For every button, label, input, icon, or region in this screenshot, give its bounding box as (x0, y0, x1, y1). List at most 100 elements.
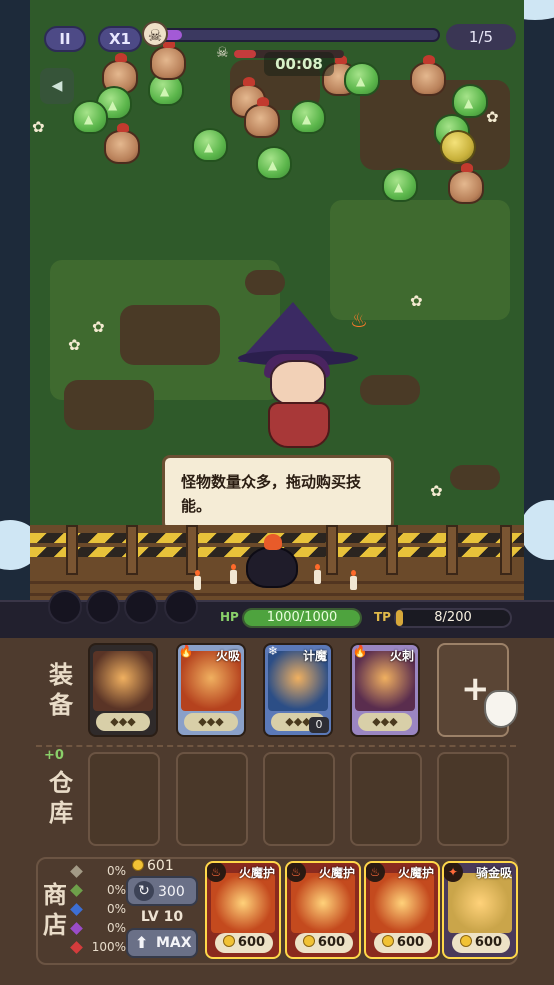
fire-icon: ♨ (350, 308, 368, 332)
row-divider (36, 745, 516, 747)
slime-monster (344, 62, 380, 96)
hp-label: HP (220, 610, 239, 624)
refresh-icon: ↻ (134, 881, 154, 901)
slime-monster (290, 100, 326, 134)
slime-monster (192, 128, 228, 162)
flower-decoration: ✿ (486, 108, 499, 126)
slime-monster (382, 168, 418, 202)
star-rating: ◆◆◆ (184, 713, 238, 731)
refresh-shop-button[interactable]: ↻ 300 (126, 876, 198, 906)
skill-art (93, 651, 153, 711)
round-timer: 00:08 (264, 52, 334, 76)
warehouse-slot[interactable] (88, 752, 160, 846)
shop-skill-card[interactable]: ♨ 火魔护 600 (205, 861, 281, 959)
shop-skill-card[interactable]: ✦ 骑金吸 600 (442, 861, 518, 959)
equipment-card[interactable]: 🔥 火吸 ◆◆◆ (176, 643, 246, 737)
flower-decoration: ✿ (430, 482, 443, 500)
sack-monster (244, 97, 280, 138)
price-tag: 600 (215, 933, 273, 953)
skill-name: 火魔护 (238, 866, 275, 880)
sack-monster (150, 39, 186, 80)
pause-button[interactable]: II (44, 26, 86, 52)
skill-name: 骑金吸 (475, 866, 512, 880)
price-tag: 600 (452, 933, 510, 953)
wave-progress-bar (152, 28, 440, 42)
pause-icon: II (59, 30, 71, 48)
shop-skill-card[interactable]: ♨ 火魔护 600 (364, 861, 440, 959)
tp-label: TP (374, 610, 391, 624)
coin-icon (222, 935, 235, 947)
star-rating: ◆◆◆ (96, 713, 150, 731)
boss-progress-fill (234, 50, 256, 58)
hp-bar: 1000/1000 (242, 608, 362, 628)
arrow-up-icon: ⬆ (135, 933, 149, 952)
dirt-patch (450, 465, 500, 490)
warehouse-slot[interactable] (350, 752, 422, 846)
witch-robe (268, 402, 330, 448)
speed-button[interactable]: X1 (98, 26, 142, 52)
skill-art (291, 873, 355, 933)
slime-monster (72, 100, 108, 134)
candle (230, 564, 237, 584)
tp-value: 8/200 (434, 610, 472, 625)
pointer-hand-icon (484, 690, 518, 728)
skill-art (370, 873, 434, 933)
slime-monster (256, 146, 292, 180)
dirt-patch (120, 305, 220, 365)
skill-name: 计魔 (302, 649, 327, 663)
wave-counter: 1/5 (446, 24, 516, 50)
fire-icon: ♨ (366, 863, 385, 882)
dirt-patch (64, 380, 154, 430)
candle (194, 570, 201, 590)
candle (314, 564, 321, 584)
coin-icon (459, 935, 472, 947)
equipment-label: 装备 (49, 661, 73, 719)
skull-icon: ☠ (142, 21, 168, 47)
chevron-left-icon: ◀ (51, 78, 63, 94)
skill-art (448, 873, 512, 933)
coin-icon (132, 859, 144, 871)
cauldron (246, 534, 298, 588)
speed-label: X1 (108, 30, 131, 48)
battlefield: ✿ ✿ ✿ ✿ ✿ ✿ ♨ 怪物数量众多，拖动购买技能。 (0, 0, 554, 605)
warehouse-slot[interactable] (437, 752, 509, 846)
equipment-card[interactable]: ◆◆◆ (88, 643, 158, 737)
skill-name: 火刺 (389, 649, 414, 663)
refresh-cost: 300 (158, 884, 185, 900)
skill-name: 火魔护 (397, 866, 434, 880)
skill-slot-circle[interactable] (164, 590, 198, 624)
equipment-card[interactable]: 🔥 火刺 ◆◆◆ (350, 643, 420, 737)
equipment-card[interactable]: ❄ 计魔 ◆◆◆ 0 (263, 643, 333, 737)
tp-bar: 8/200 (394, 608, 512, 628)
skill-slot-circle[interactable] (86, 590, 120, 624)
coin-icon (302, 935, 315, 947)
gold-counter: 601 (132, 858, 192, 878)
slime-monster (452, 84, 488, 118)
level-up-button[interactable]: ⬆ MAX (126, 928, 198, 958)
sack-monster (104, 123, 140, 164)
shop-skill-card[interactable]: ♨ 火魔护 600 (285, 861, 361, 959)
flower-decoration: ✿ (68, 336, 81, 354)
candle (350, 570, 357, 590)
skill-slot-circle[interactable] (48, 590, 82, 624)
witch-hero: ♨ (238, 302, 368, 452)
price-tag: 600 (374, 933, 432, 953)
sack-monster (448, 163, 484, 204)
warehouse-slot[interactable] (263, 752, 335, 846)
warehouse-slot[interactable] (176, 752, 248, 846)
yellow-slime-monster (440, 130, 476, 164)
tooltip-text: 怪物数量众多，拖动购买技能。 (181, 473, 362, 515)
side-panel-toggle[interactable]: ◀ (40, 68, 74, 104)
skill-slot-circle[interactable] (124, 590, 158, 624)
flower-decoration: ✿ (410, 292, 423, 310)
sack-monster (410, 55, 446, 96)
boss-skull-icon: ☠ (216, 45, 229, 61)
shop-label: 商店 (43, 881, 67, 939)
flower-decoration: ✿ (32, 118, 45, 136)
cloud-decoration (520, 500, 554, 560)
shop-level: LV 10 (140, 909, 184, 925)
fire-icon: ♨ (207, 863, 226, 882)
witch-face (270, 360, 326, 406)
price-tag: 600 (295, 933, 353, 953)
dirt-patch (360, 375, 420, 405)
